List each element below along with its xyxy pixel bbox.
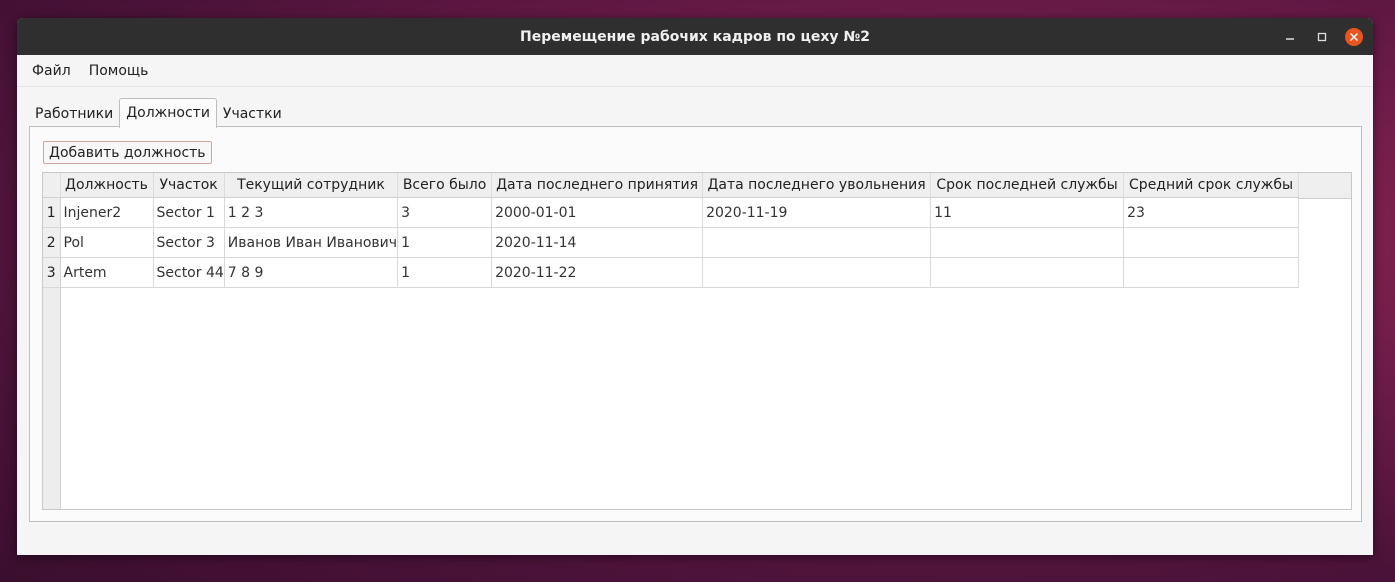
column-header[interactable]: Участок [153, 173, 225, 198]
column-header[interactable]: Всего было [397, 173, 493, 198]
minimize-icon[interactable] [1281, 28, 1299, 46]
table-cell[interactable]: 1 [397, 257, 493, 288]
table-cell[interactable]: 23 [1123, 197, 1300, 228]
table-cell[interactable]: Artem [60, 257, 154, 288]
window-title: Перемещение рабочих кадров по цеху №2 [520, 28, 870, 45]
row-number: 2 [43, 227, 61, 258]
table-cell[interactable]: 2020-11-14 [491, 227, 704, 258]
table-row[interactable]: 3 Artem Sector 44 7 8 9 1 2020-11-22 [43, 257, 1300, 288]
table-cell[interactable]: 11 [930, 197, 1125, 228]
titlebar: Перемещение рабочих кадров по цеху №2 [17, 18, 1373, 55]
positions-panel: Добавить должность Должность Участок Тек… [29, 126, 1362, 522]
table-cell[interactable] [930, 257, 1125, 288]
table-cell[interactable] [702, 227, 932, 258]
table-cell[interactable]: Sector 44 [153, 257, 225, 288]
column-header[interactable]: Дата последнего принятия [491, 173, 704, 198]
column-header[interactable]: Должность [60, 173, 154, 198]
column-header[interactable]: Дата последнего увольнения [702, 173, 932, 198]
table-cell[interactable]: 1 2 3 [224, 197, 399, 228]
table-cell[interactable]: 1 [397, 227, 493, 258]
menu-help[interactable]: Помощь [80, 63, 158, 79]
maximize-icon[interactable] [1313, 28, 1331, 46]
close-icon[interactable] [1345, 27, 1363, 46]
window-controls [1281, 18, 1363, 55]
tab-workers[interactable]: Работники [29, 100, 119, 127]
table-cell[interactable]: 2020-11-19 [702, 197, 932, 228]
table-cell[interactable] [702, 257, 932, 288]
table-cell[interactable]: 7 8 9 [224, 257, 399, 288]
table-cell[interactable] [1123, 257, 1300, 288]
table-cell[interactable]: 2020-11-22 [491, 257, 704, 288]
menubar: Файл Помощь [17, 55, 1373, 87]
table-cell[interactable] [930, 227, 1125, 258]
table-cell[interactable]: Pol [60, 227, 154, 258]
column-header[interactable]: Средний срок службы [1123, 173, 1300, 198]
positions-table[interactable]: Должность Участок Текущий сотрудник Всег… [42, 172, 1352, 510]
table-cell[interactable]: Sector 1 [153, 197, 225, 228]
app-window: Перемещение рабочих кадров по цеху №2 Фа… [17, 18, 1373, 555]
column-header[interactable]: Срок последней службы [930, 173, 1125, 198]
table-cell[interactable]: Иванов Иван Иванович [224, 227, 399, 258]
add-position-button[interactable]: Добавить должность [43, 141, 212, 164]
header-filler [1296, 173, 1351, 199]
table-cell[interactable]: Injener2 [60, 197, 154, 228]
row-number: 1 [43, 197, 61, 228]
table-cell[interactable] [1123, 227, 1300, 258]
tab-bar: Работники Должности Участки [29, 97, 288, 128]
corner-header [43, 173, 61, 198]
tab-positions[interactable]: Должности [119, 98, 217, 128]
table-row[interactable]: 2 Pol Sector 3 Иванов Иван Иванович 1 20… [43, 227, 1300, 258]
table-cell[interactable]: Sector 3 [153, 227, 225, 258]
table-row[interactable]: 1 Injener2 Sector 1 1 2 3 3 2000-01-01 2… [43, 197, 1300, 228]
row-number: 3 [43, 257, 61, 288]
column-header[interactable]: Текущий сотрудник [224, 173, 399, 198]
menu-file[interactable]: Файл [23, 63, 80, 79]
table-cell[interactable]: 2000-01-01 [491, 197, 704, 228]
tab-sections[interactable]: Участки [217, 100, 288, 127]
table-cell[interactable]: 3 [397, 197, 493, 228]
